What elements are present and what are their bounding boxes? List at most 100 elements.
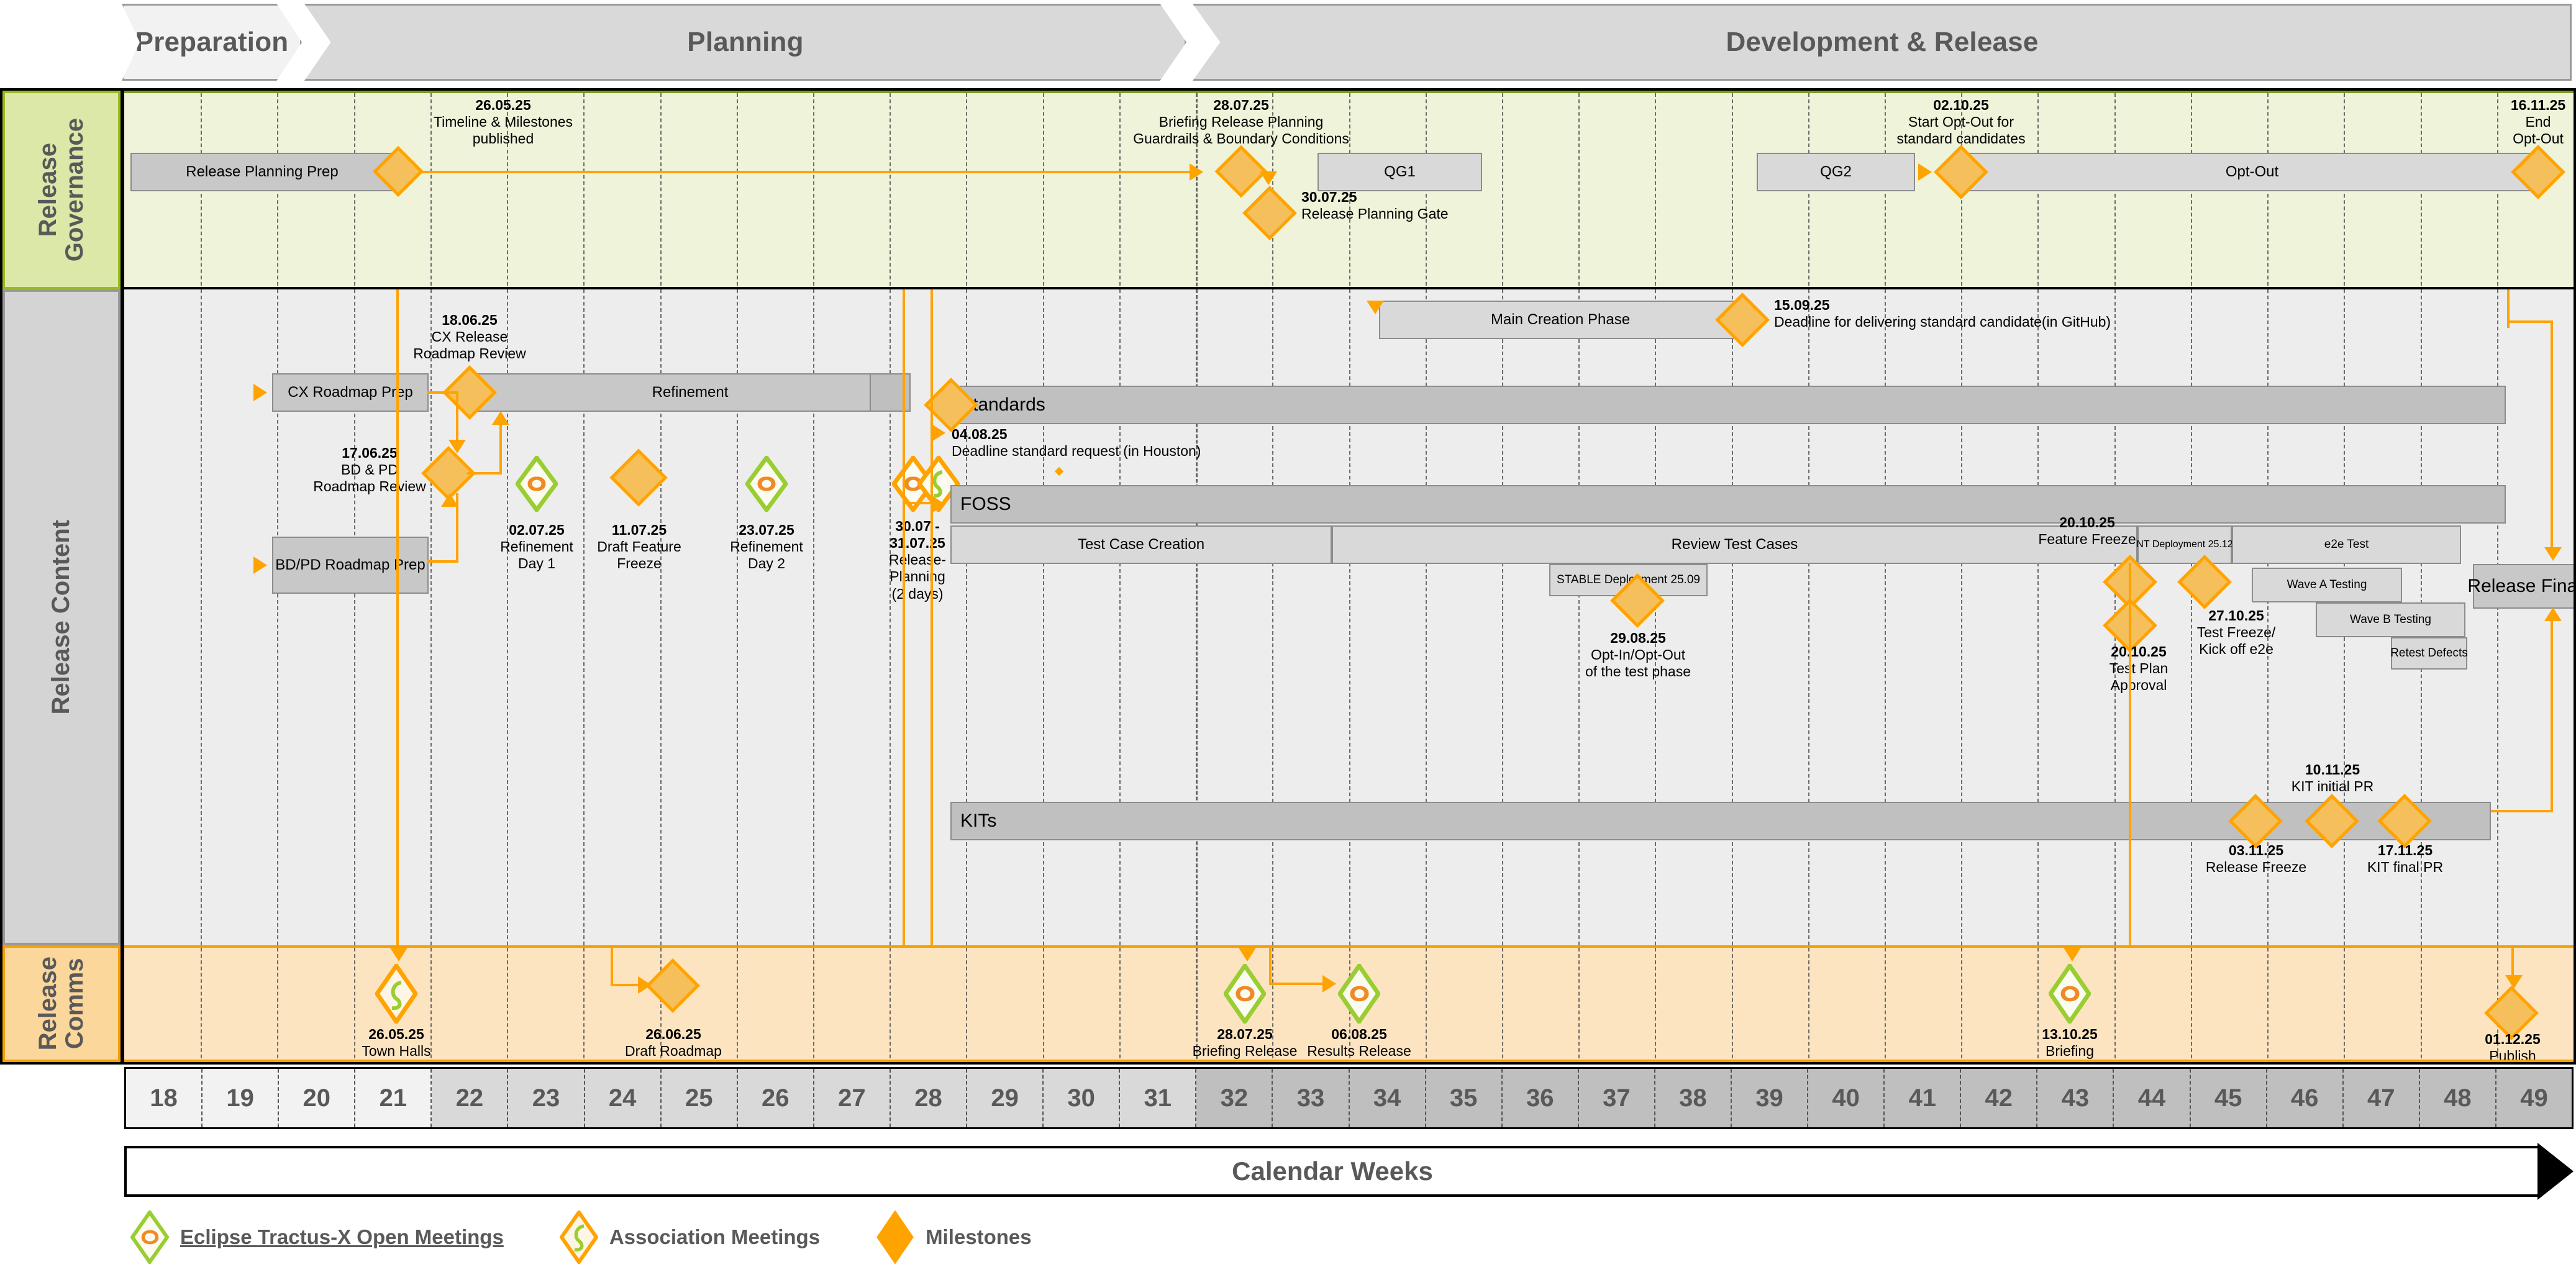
connector-arrow [253, 556, 267, 574]
week-number: 26 [762, 1084, 790, 1112]
connector-line [1269, 948, 1272, 985]
annotation-11-07-25: 11.07.25 Draft Feature Freeze [597, 522, 681, 572]
bar-qg1[interactable]: QG1 [1318, 153, 1482, 191]
week-number: 32 [1220, 1084, 1249, 1112]
week-number: 36 [1526, 1084, 1554, 1112]
connector-line [427, 391, 458, 394]
phase-label: Planning [687, 27, 804, 57]
open-diamond-orange-icon [559, 1209, 599, 1266]
week-cell-49: 49 [2496, 1069, 2572, 1127]
bar-qg2[interactable]: QG2 [1757, 153, 1915, 191]
gridline [1961, 948, 1963, 1060]
week-cell-41: 41 [1885, 1069, 1962, 1127]
week-number: 45 [2214, 1084, 2242, 1112]
bar-wave-a-testing[interactable]: Wave A Testing [2252, 568, 2402, 602]
bar-release-planning-prep[interactable]: Release Planning Prep [130, 153, 394, 191]
gridline [2420, 93, 2422, 287]
week-cell-24: 24 [585, 1069, 662, 1127]
connector-line [467, 472, 502, 475]
week-cell-26: 26 [737, 1069, 814, 1127]
week-number: 27 [838, 1084, 866, 1112]
week-cell-29: 29 [967, 1069, 1044, 1127]
week-number: 29 [991, 1084, 1019, 1112]
annotation-26-06-25: 26.06.25 Draft Roadmap published [625, 1026, 722, 1060]
gridline [966, 93, 968, 287]
week-cell-33: 33 [1273, 1069, 1350, 1127]
week-number: 48 [2444, 1084, 2472, 1112]
bar-label: Refinement [652, 384, 729, 401]
connector-line [499, 423, 502, 473]
bar-standards[interactable]: Standards [950, 386, 2506, 424]
week-cell-19: 19 [203, 1069, 280, 1127]
connector-line [1269, 983, 1325, 985]
bar-main-creation-phase[interactable]: Main Creation Phase [1379, 301, 1742, 339]
phase-band: Preparation Planning Development & Relea… [0, 0, 2576, 87]
gridline [1119, 948, 1121, 1060]
week-cell-39: 39 [1731, 1069, 1809, 1127]
week-cell-27: 27 [814, 1069, 891, 1127]
connector-line [456, 391, 458, 441]
gridline [507, 948, 509, 1060]
bar-refinement[interactable]: Refinement [470, 373, 911, 412]
legend-label: Association Meetings [609, 1225, 821, 1248]
week-cell-37: 37 [1578, 1069, 1655, 1127]
connector-arrow [492, 411, 509, 425]
lane-release-governance: Release Planning Prep QG1 QG2 Opt-Out 26… [124, 91, 2574, 289]
timeline-guide [2507, 289, 2510, 328]
gridline [2344, 948, 2346, 1060]
gridline [430, 289, 432, 945]
phase-development-release: Development & Release [1193, 4, 2572, 81]
annotation-17-11-25: 17.11.25 KIT final PR [2367, 842, 2444, 876]
week-cell-36: 36 [1502, 1069, 1579, 1127]
gridline [1042, 948, 1044, 1060]
annotation-01-12-25: 01.12.25 Publish Release [2485, 1031, 2541, 1062]
bar-label: BD/PD Roadmap Prep [275, 556, 426, 573]
connector-line [427, 560, 458, 563]
gantt-frame: Release Governance Release Content Releas… [0, 88, 2576, 1065]
gridline [1731, 948, 1733, 1060]
bar-wave-b-testing[interactable]: Wave B Testing [2316, 602, 2465, 637]
connector-line [2551, 619, 2553, 811]
week-number: 19 [226, 1084, 254, 1112]
gridline [890, 93, 891, 287]
calendar-weeks-bar: Calendar Weeks [124, 1146, 2541, 1197]
bar-label: Main Creation Phase [1490, 311, 1631, 328]
bar-foss[interactable]: FOSS [950, 485, 2506, 524]
connector-arrow [1190, 163, 1203, 181]
connector-arrow [1367, 301, 1384, 314]
bar-test-case-creation[interactable]: Test Case Creation [950, 525, 1332, 564]
week-number: 23 [532, 1084, 560, 1112]
bar-e2e-test[interactable]: e2e Test [2232, 525, 2461, 564]
gridline [2267, 93, 2269, 287]
connector-arrow [1322, 975, 1336, 992]
annotation-23-07-25: 23.07.25 Refinement Day 2 [730, 522, 803, 572]
bar-label: QG2 [1820, 163, 1852, 180]
week-number: 24 [608, 1084, 637, 1112]
gridline [2344, 93, 2346, 287]
annotation-28-07-25: 28.07.25 Briefing Release Planning Guard… [1133, 97, 1349, 147]
week-cell-45: 45 [2190, 1069, 2267, 1127]
open-diamond-green-icon [130, 1209, 170, 1266]
legend-item-eclipse-tractus-x-open-meetings: Eclipse Tractus-X Open Meetings [130, 1209, 504, 1266]
phase-preparation: Preparation [122, 4, 302, 81]
week-number: 22 [455, 1084, 484, 1112]
bar-cx-roadmap-prep[interactable]: CX Roadmap Prep [272, 373, 429, 412]
annotation-20-10-25-feature-freeze: 20.10.25 Feature Freeze [2038, 514, 2136, 548]
connector-line [2551, 320, 2553, 550]
bar-retest-defects[interactable]: Retest Defects [2390, 637, 2468, 670]
bar-bdpd-roadmap-prep[interactable]: BD/PD Roadmap Prep [272, 537, 429, 594]
annotation-26-05-25: 26.05.25 Timeline & Milestones published [433, 97, 573, 147]
lane-release-comms: 26.05.25 Town Halls Release R 25.06 & R … [124, 945, 2574, 1062]
week-number: 21 [379, 1084, 407, 1112]
connector-arrow [932, 424, 945, 442]
week-cell-40: 40 [1808, 1069, 1885, 1127]
bar-release-finalization[interactable]: Release Finalization [2467, 564, 2574, 609]
bar-opt-out[interactable]: Opt-Out [1967, 153, 2537, 191]
bar-label: Retest Defects [2390, 647, 2468, 660]
connector-line [2511, 948, 2514, 975]
connector-arrow [932, 496, 945, 513]
connector-arrow [2064, 948, 2081, 961]
annotation-02-10-25: 02.10.25 Start Opt-Out for standard cand… [1896, 97, 2026, 147]
connector-arrow [253, 384, 267, 401]
week-cell-28: 28 [890, 1069, 968, 1127]
